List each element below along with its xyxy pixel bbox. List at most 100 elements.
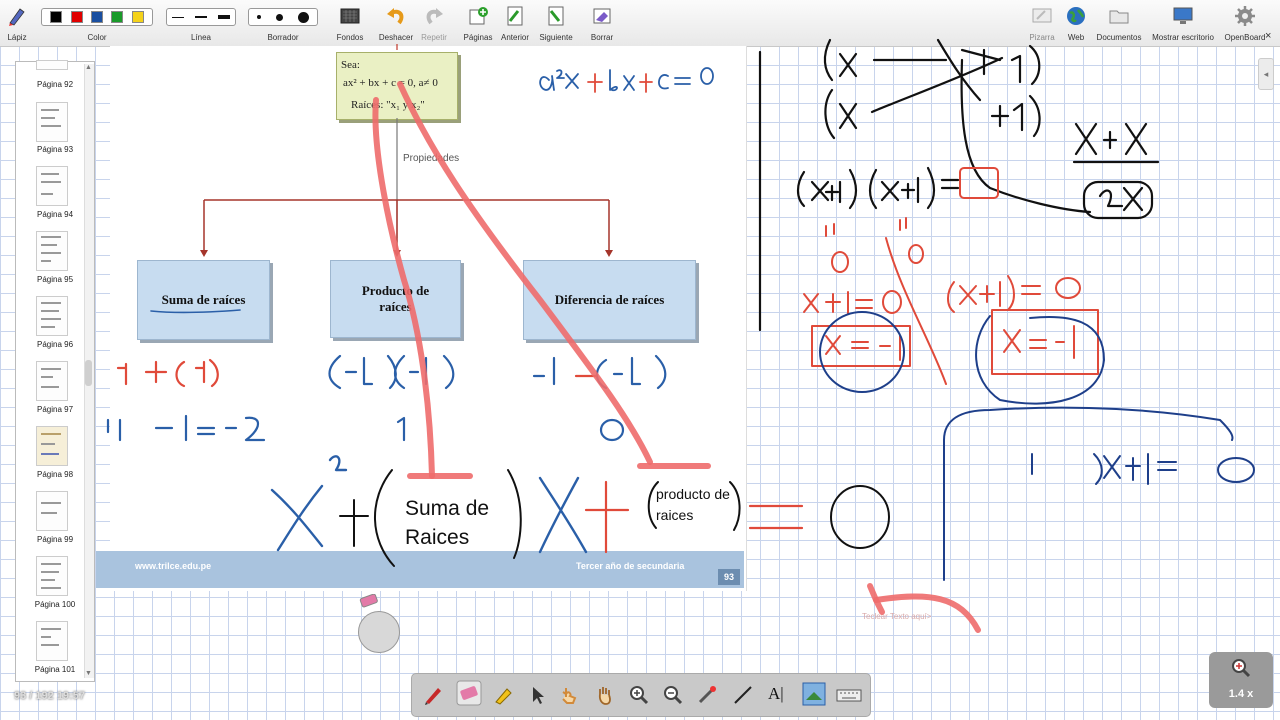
eraser-icon	[359, 594, 378, 608]
borrar-label: Borrar	[590, 33, 614, 42]
backgrounds-icon[interactable]	[339, 5, 361, 27]
siguiente-label: Siguiente	[539, 33, 573, 42]
page-thumbnail[interactable]	[36, 491, 68, 531]
web-globe-icon[interactable]	[1065, 5, 1087, 27]
line-width-selector[interactable]	[166, 8, 236, 26]
page-label: Página 94	[36, 210, 74, 219]
page-thumbnail[interactable]	[36, 296, 68, 336]
laser-pointer-icon[interactable]	[696, 684, 718, 706]
page-label: Página 99	[36, 535, 74, 544]
page-label: Página 95	[36, 275, 74, 284]
footer-grade: Tercer año de secundaria	[576, 561, 685, 571]
text-tool-icon[interactable]: A|	[768, 684, 790, 706]
page-thumbnail[interactable]	[36, 556, 68, 596]
documents-folder-icon[interactable]	[1108, 5, 1130, 27]
page-status: 93 / 192 19:57	[14, 690, 85, 702]
virtual-keyboard-icon[interactable]	[836, 684, 862, 706]
definition-box: Sea: ax² + bx + c = 0, a≠ 0 Raíces: "x₁ …	[336, 52, 458, 120]
eraser-small[interactable]	[256, 15, 261, 19]
page-thumbnail-list[interactable]: Página 92 Página 93 Página 94 Página 95 …	[15, 60, 95, 682]
pen-icon[interactable]	[6, 5, 28, 27]
color-label: Color	[87, 33, 107, 42]
text-box-producto[interactable]: producto de raices	[646, 482, 744, 528]
line-tool-icon[interactable]	[732, 684, 754, 706]
sum-of-roots-box: Suma de raíces	[137, 260, 270, 340]
page-thumbnail[interactable]	[36, 621, 68, 661]
expand-right-panel-icon[interactable]: ◂	[1258, 58, 1274, 90]
color-palette[interactable]	[41, 8, 153, 26]
page-label: Página 98	[36, 470, 74, 479]
page-thumbnail[interactable]	[36, 60, 68, 70]
line-medium[interactable]	[194, 16, 207, 18]
scroll-up-icon[interactable]: ▲	[85, 64, 92, 71]
zoom-level: 1.4 x	[1228, 688, 1254, 700]
difference-of-roots-label: Diferencia de raíces	[554, 292, 665, 307]
borrador-label: Borrador	[267, 33, 299, 42]
color-swatch-green[interactable]	[111, 11, 124, 23]
sea-title: Sea:	[341, 59, 360, 71]
eraser-size-selector[interactable]	[248, 8, 318, 26]
text-line: Raices	[405, 526, 470, 549]
repetir-label: Repetir	[421, 33, 447, 42]
page-list-scroll-thumb[interactable]	[85, 360, 92, 386]
undo-icon[interactable]	[385, 5, 407, 27]
zoom-in-icon[interactable]	[628, 684, 650, 706]
linea-label: Línea	[190, 33, 212, 42]
openboard-label: OpenBoard	[1224, 33, 1266, 42]
zoom-out-icon[interactable]	[662, 684, 684, 706]
bottom-tools-bar: A|	[411, 673, 871, 717]
page-thumbnail[interactable]	[36, 361, 68, 401]
pan-hand-icon[interactable]	[594, 684, 616, 706]
selector-arrow-icon[interactable]	[526, 684, 548, 706]
product-of-roots-label: Producto de raíces	[361, 283, 430, 314]
desktop-monitor-icon[interactable]	[1172, 5, 1194, 27]
page-label: Página 97	[36, 405, 74, 414]
text-box-suma[interactable]: Suma de Raices	[405, 494, 489, 552]
next-page-icon[interactable]	[545, 5, 567, 27]
documentos-label: Documentos	[1096, 33, 1142, 42]
color-swatch-blue[interactable]	[90, 11, 103, 23]
clear-page-icon[interactable]	[591, 5, 613, 27]
pen-tool-icon[interactable]	[422, 684, 444, 706]
fondos-label: Fondos	[336, 33, 364, 42]
difference-of-roots-box: Diferencia de raíces	[523, 260, 696, 340]
page-thumbnail[interactable]	[36, 166, 68, 206]
top-toolbar: Lápiz Color Línea Borrador Fondos Deshac…	[0, 0, 1280, 47]
deshacer-label: Deshacer	[378, 33, 414, 42]
pizarra-label: Pizarra	[1029, 33, 1055, 42]
zoom-indicator[interactable]: 1.4 x	[1209, 652, 1273, 708]
close-icon[interactable]: ×	[1265, 30, 1271, 42]
color-swatch-black[interactable]	[50, 11, 63, 23]
capture-tool-icon[interactable]	[802, 682, 826, 706]
color-swatch-red[interactable]	[70, 11, 83, 23]
page-thumbnail[interactable]	[36, 102, 68, 142]
eraser-tool-icon[interactable]	[456, 680, 482, 706]
interact-hand-icon[interactable]	[558, 684, 580, 706]
page-thumbnail[interactable]	[36, 231, 68, 271]
mostrar-escritorio-label: Mostrar escritorio	[1152, 33, 1214, 42]
eraser-cursor	[358, 611, 400, 653]
add-page-icon[interactable]	[467, 5, 489, 27]
footer-url: www.trilce.edu.pe	[135, 561, 212, 571]
eraser-large[interactable]	[298, 11, 310, 23]
board-icon[interactable]	[1031, 5, 1053, 27]
previous-page-icon[interactable]	[504, 5, 526, 27]
eraser-medium[interactable]	[275, 13, 283, 21]
sea-roots: Raíces: "x₁ y x₂"	[351, 99, 425, 111]
scroll-down-icon[interactable]: ▼	[85, 670, 92, 677]
paginas-label: Páginas	[463, 33, 493, 42]
line-thick[interactable]	[217, 15, 230, 19]
highlighter-tool-icon[interactable]	[492, 684, 514, 706]
page-label: Página 93	[36, 145, 74, 154]
page-thumbnail[interactable]	[36, 426, 68, 466]
line-thin[interactable]	[172, 16, 185, 18]
anterior-label: Anterior	[500, 33, 530, 42]
page-label: Página 96	[36, 340, 74, 349]
text-line: raices	[656, 507, 694, 523]
sea-equation: ax² + bx + c = 0, a≠ 0	[343, 77, 438, 89]
settings-gear-icon[interactable]	[1234, 5, 1256, 27]
color-swatch-yellow[interactable]	[131, 11, 144, 23]
text-input-placeholder[interactable]: Teclear Texto aquí>	[862, 612, 931, 621]
web-label: Web	[1067, 33, 1085, 42]
redo-icon[interactable]	[423, 5, 445, 27]
